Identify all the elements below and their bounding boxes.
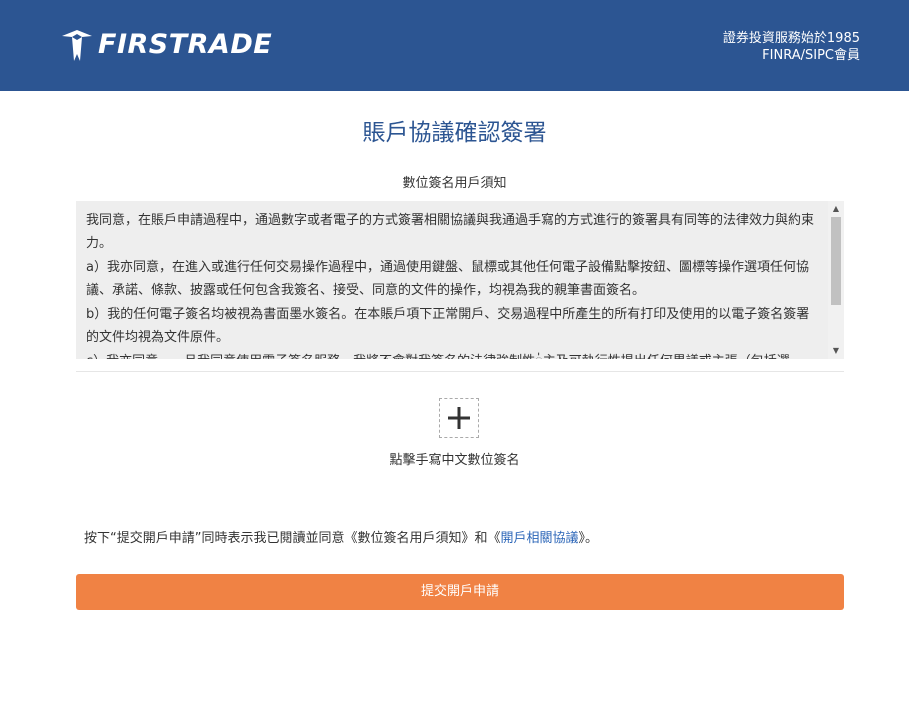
divider <box>76 371 844 372</box>
signature-label: 點擊手寫中文數位簽名 <box>389 453 520 468</box>
firstrade-logo[interactable]: FIRSTRADE <box>60 27 272 63</box>
terms-paragraph: b）我的任何電子簽名均被視為書面墨水簽名。在本賬戶項下正常開戶、交易過程中所產生… <box>86 307 810 345</box>
header-tagline: 證券投資服務始於1985 FINRA/SIPC會員 <box>723 30 860 64</box>
notice-title: 數位簽名用戶須知 <box>402 176 507 191</box>
plus-icon <box>448 407 470 429</box>
scroll-thumb[interactable] <box>831 217 841 305</box>
firstrade-logo-icon <box>62 30 92 61</box>
terms-paragraph: c）我亦同意，一旦我同意使用電子簽名服務，我將不會對我簽名的法律強制性់主及可執… <box>86 350 820 359</box>
scroll-down-arrow-icon[interactable]: ▼ <box>828 345 844 357</box>
agreement-prefix: 按下“提交開戶申請”同時表示我已閱讀並同意《數位簽名用戶須知》和《 <box>84 531 501 546</box>
agreement-text: 按下“提交開戶申請”同時表示我已閱讀並同意《數位簽名用戶須知》和《開戶相關協議》… <box>84 530 598 548</box>
submit-application-button[interactable]: 提交開戶申請 <box>76 574 844 610</box>
terms-scroll-box[interactable]: 我同意，在賬戶申請過程中，通過數字或者電子的方式簽署相關協議與我通過手寫的方式進… <box>76 201 844 359</box>
agreement-suffix: 》。 <box>578 531 599 546</box>
scroll-up-arrow-icon[interactable]: ▲ <box>828 203 844 215</box>
add-signature-button[interactable] <box>439 398 479 438</box>
page-title: 賬戶協議確認簽署 <box>362 120 547 146</box>
header-bar: FIRSTRADE 證券投資服務始於1985 FINRA/SIPC會員 <box>0 0 909 91</box>
tagline-member: FINRA/SIPC會員 <box>762 48 860 63</box>
logo-text: FIRSTRADE <box>98 29 273 60</box>
terms-content: 我同意，在賬戶申請過程中，通過數字或者電子的方式簽署相關協議與我通過手寫的方式進… <box>86 209 820 359</box>
terms-paragraph: a）我亦同意，在進入或進行任何交易操作過程中，通過使用鍵盤、鼠標或其他任何電子設… <box>86 260 809 298</box>
terms-paragraph: 我同意，在賬戶申請過程中，通過數字或者電子的方式簽署相關協議與我通過手寫的方式進… <box>86 213 815 251</box>
terms-scrollbar[interactable]: ▲ ▼ <box>828 201 844 359</box>
account-agreements-link[interactable]: 開戶相關協議 <box>500 531 578 546</box>
tagline-since: 證券投資服務始於1985 <box>722 31 860 46</box>
